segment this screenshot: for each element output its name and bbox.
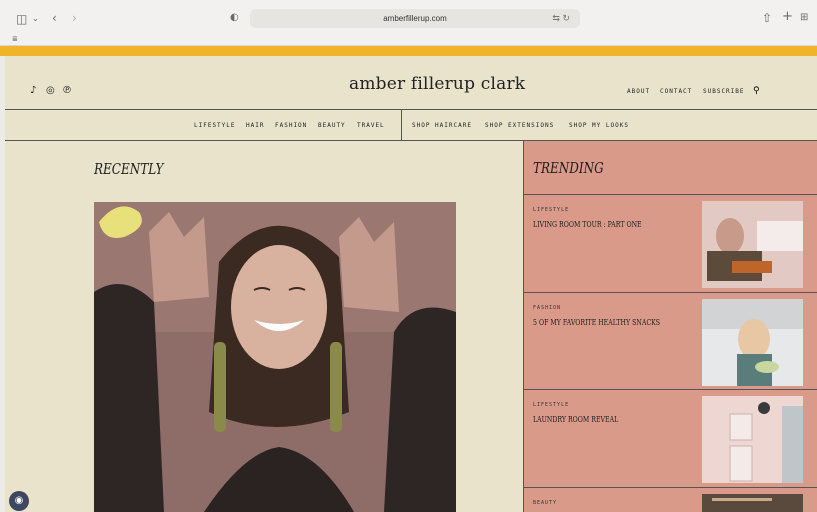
trending-column: TRENDING LIFESTYLE LIVING ROOM TOUR : PA… bbox=[524, 141, 817, 512]
card-category: BEAUTY bbox=[533, 500, 558, 506]
card-thumbnail[interactable] bbox=[702, 201, 803, 288]
url-text: amberfillerup.com bbox=[383, 14, 447, 23]
trending-heading: TRENDING bbox=[533, 159, 604, 177]
card-thumbnail[interactable] bbox=[702, 494, 803, 512]
search-icon[interactable]: ⚲ bbox=[753, 86, 760, 96]
cat-travel[interactable]: TRAVEL bbox=[357, 122, 385, 129]
reload-icon[interactable]: ⇆ ↻ bbox=[552, 9, 570, 28]
site: ♪ ◎ ℗ amber fillerup clark ABOUT CONTACT… bbox=[5, 56, 817, 512]
recently-heading: RECENTLY bbox=[94, 160, 164, 178]
kitchen-image bbox=[702, 299, 803, 386]
accent-bar bbox=[0, 46, 817, 56]
nav-contact[interactable]: CONTACT bbox=[660, 88, 692, 95]
pinterest-icon[interactable]: ℗ bbox=[62, 85, 72, 96]
trending-card[interactable]: LIFESTYLE LAUNDRY ROOM REVEAL bbox=[524, 390, 817, 488]
nav-about[interactable]: ABOUT bbox=[627, 88, 650, 95]
nav-subscribe[interactable]: SUBSCRIBE bbox=[703, 88, 745, 95]
forward-icon[interactable]: › bbox=[72, 12, 77, 24]
cat-shop-extensions[interactable]: SHOP EXTENSIONS bbox=[485, 122, 554, 129]
tiktok-icon[interactable]: ♪ bbox=[30, 85, 36, 96]
new-tab-icon[interactable]: + bbox=[782, 10, 793, 23]
site-header: ♪ ◎ ℗ amber fillerup clark ABOUT CONTACT… bbox=[5, 56, 817, 110]
cat-beauty[interactable]: BEAUTY bbox=[318, 122, 346, 129]
share-icon[interactable]: ⇧ bbox=[762, 12, 772, 24]
address-bar[interactable]: amberfillerup.com ⇆ ↻ bbox=[250, 9, 580, 28]
category-nav: LIFESTYLE HAIR FASHION BEAUTY TRAVEL SHO… bbox=[5, 110, 817, 141]
reader-icon[interactable]: ≣ bbox=[12, 33, 18, 45]
cat-shop-haircare[interactable]: SHOP HAIRCARE bbox=[412, 122, 472, 129]
card-title[interactable]: LAUNDRY ROOM REVEAL bbox=[533, 415, 618, 424]
laundry-room-image bbox=[702, 396, 803, 483]
chevron-down-icon[interactable]: ⌄ bbox=[32, 13, 39, 25]
trending-card[interactable]: FASHION 5 OF MY FAVORITE HEALTHY SNACKS bbox=[524, 293, 817, 390]
trending-card[interactable]: LIFESTYLE LIVING ROOM TOUR : PART ONE bbox=[524, 195, 817, 293]
category-divider bbox=[401, 110, 402, 141]
cat-lifestyle[interactable]: LIFESTYLE bbox=[194, 122, 236, 129]
cat-shop-my-looks[interactable]: SHOP MY LOOKS bbox=[569, 122, 629, 129]
card-title[interactable]: LIVING ROOM TOUR : PART ONE bbox=[533, 220, 642, 229]
cat-fashion[interactable]: FASHION bbox=[275, 122, 307, 129]
back-icon[interactable]: ‹ bbox=[52, 12, 57, 24]
card-title[interactable]: 5 OF MY FAVORITE HEALTHY SNACKS bbox=[533, 318, 660, 327]
tab-overview-icon[interactable]: ⊞ bbox=[800, 12, 808, 24]
shield-icon[interactable]: ◐ bbox=[230, 12, 239, 24]
instagram-icon[interactable]: ◎ bbox=[46, 85, 55, 96]
card-category: LIFESTYLE bbox=[533, 402, 570, 408]
featured-post-image[interactable] bbox=[94, 202, 456, 512]
cat-hair[interactable]: HAIR bbox=[246, 122, 264, 129]
accessibility-icon[interactable]: ◉ bbox=[9, 491, 29, 511]
living-room-image bbox=[702, 201, 803, 288]
trending-header: TRENDING bbox=[524, 141, 817, 195]
sidebar-icon[interactable]: ◫ bbox=[16, 13, 27, 25]
card-thumbnail[interactable] bbox=[702, 299, 803, 386]
browser-toolbar: ◫ ⌄ ‹ › ≣ ◐ amberfillerup.com ⇆ ↻ ⇧ + ⊞ bbox=[0, 0, 817, 46]
card-thumbnail[interactable] bbox=[702, 396, 803, 483]
card-category: FASHION bbox=[533, 305, 562, 311]
beauty-image bbox=[702, 494, 803, 512]
card-category: LIFESTYLE bbox=[533, 207, 570, 213]
portrait-illustration bbox=[94, 202, 456, 512]
trending-card[interactable]: BEAUTY bbox=[524, 488, 817, 512]
site-logo[interactable]: amber fillerup clark bbox=[349, 74, 525, 94]
